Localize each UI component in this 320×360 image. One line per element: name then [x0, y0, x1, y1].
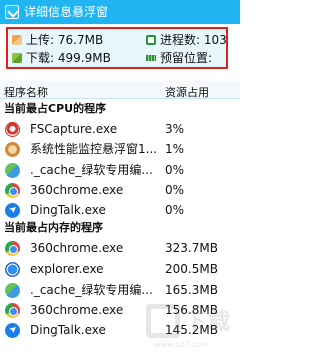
window-title: 详细信息悬浮窗	[24, 5, 109, 19]
cpu-row[interactable]: ._cache_绿软专用编... 0%	[0, 160, 240, 180]
cpu-section-title: 当前最占CPU的程序	[4, 102, 107, 115]
check-window-icon	[5, 5, 19, 19]
cpu-row[interactable]: FSCapture.exe 3%	[0, 119, 240, 139]
float-window-icon	[5, 142, 20, 157]
dingtalk-icon	[5, 203, 20, 218]
process-name: 360chrome.exe	[30, 241, 124, 255]
process-usage: 3%	[165, 122, 185, 136]
title-bar[interactable]: 详细信息悬浮窗	[0, 0, 240, 24]
process-name: 360chrome.exe	[30, 183, 124, 197]
process-name: 系统性能监控悬浮窗1...	[30, 142, 158, 156]
watermark-url: www.xz7.com	[154, 340, 210, 349]
table-header: 程序名称 资源占用	[0, 81, 240, 99]
process-usage: 0%	[165, 163, 185, 177]
process-icon	[146, 35, 156, 45]
cache-app-icon	[5, 163, 20, 178]
process-name: explorer.exe	[30, 262, 104, 276]
process-usage: 323.7MB	[165, 241, 218, 255]
fscapture-icon	[5, 122, 20, 137]
download-label: 下载:	[26, 51, 55, 65]
process-usage: 200.5MB	[165, 262, 218, 276]
process-usage: 0%	[165, 183, 185, 197]
process-usage: 0%	[165, 203, 185, 217]
cpu-row[interactable]: 360chrome.exe 0%	[0, 180, 240, 200]
memory-section-title: 当前最占内存的程序	[4, 221, 103, 234]
dingtalk-icon	[5, 323, 20, 338]
memory-row[interactable]: explorer.exe 200.5MB	[0, 259, 240, 279]
upload-value: 76.7MB	[57, 33, 104, 47]
cpu-row[interactable]: 系统性能监控悬浮窗1... 1%	[0, 139, 240, 159]
upload-icon	[12, 35, 22, 45]
process-name: FSCapture.exe	[30, 122, 118, 136]
memory-icon	[146, 55, 156, 61]
cache-app-icon	[5, 283, 20, 298]
process-usage: 1%	[165, 142, 185, 156]
download-icon	[12, 53, 22, 63]
process-name: DingTalk.exe	[30, 323, 106, 337]
reserve-label: 预留位置:	[160, 51, 213, 65]
download-value: 499.9MB	[57, 51, 111, 65]
process-label: 进程数:	[160, 33, 201, 47]
process-name: ._cache_绿软专用编...	[30, 163, 153, 177]
network-stats-panel: 上传: 76.7MB 下载: 499.9MB 进程数: 103 预留位置:	[6, 27, 228, 69]
explorer-icon	[5, 262, 20, 277]
chrome-360-icon	[5, 183, 20, 198]
chrome-360-icon	[5, 241, 20, 256]
process-name: 360chrome.exe	[30, 303, 124, 317]
memory-row[interactable]: 360chrome.exe 323.7MB	[0, 238, 240, 258]
process-value: 103	[203, 33, 226, 47]
cpu-row[interactable]: DingTalk.exe 0%	[0, 200, 240, 220]
watermark-logo: 下载 www.xz7.com	[146, 300, 236, 356]
watermark-icon	[146, 304, 180, 338]
memory-row[interactable]: ._cache_绿软专用编... 165.3MB	[0, 280, 240, 300]
upload-label: 上传:	[26, 33, 55, 47]
process-name: ._cache_绿软专用编...	[30, 283, 153, 297]
column-resource-usage: 资源占用	[165, 86, 209, 99]
chrome-360-icon	[5, 303, 20, 318]
watermark-text: 下载	[184, 310, 233, 335]
process-count-stat: 进程数: 103	[146, 32, 226, 48]
column-program-name: 程序名称	[4, 86, 48, 99]
process-name: DingTalk.exe	[30, 203, 106, 217]
process-usage: 165.3MB	[165, 283, 218, 297]
